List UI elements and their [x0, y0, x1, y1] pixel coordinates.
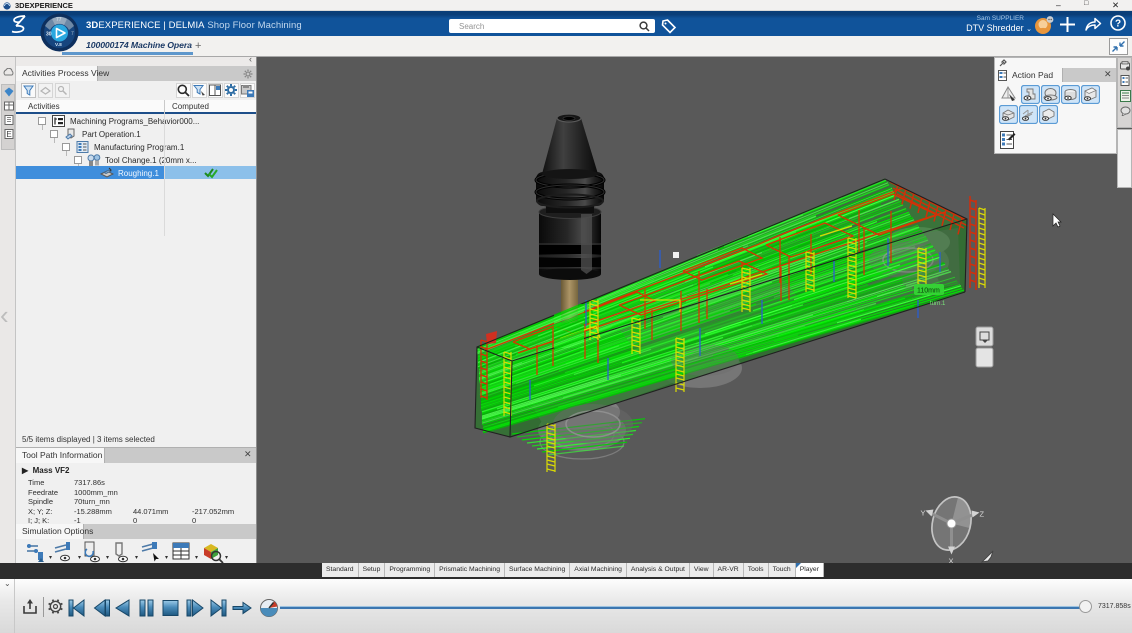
svg-text:Y: Y: [921, 509, 926, 518]
svg-text:Z: Z: [980, 510, 985, 519]
svg-text:?: ?: [1115, 19, 1121, 30]
svg-text:V.8: V.8: [55, 42, 62, 48]
svg-text:turn.1: turn.1: [930, 301, 946, 307]
svg-text:30: 30: [46, 32, 52, 38]
svg-text:110mm: 110mm: [917, 288, 940, 295]
svg-text:77: 77: [56, 17, 62, 23]
svg-text:E: E: [6, 130, 11, 139]
svg-text:7: 7: [71, 31, 74, 37]
